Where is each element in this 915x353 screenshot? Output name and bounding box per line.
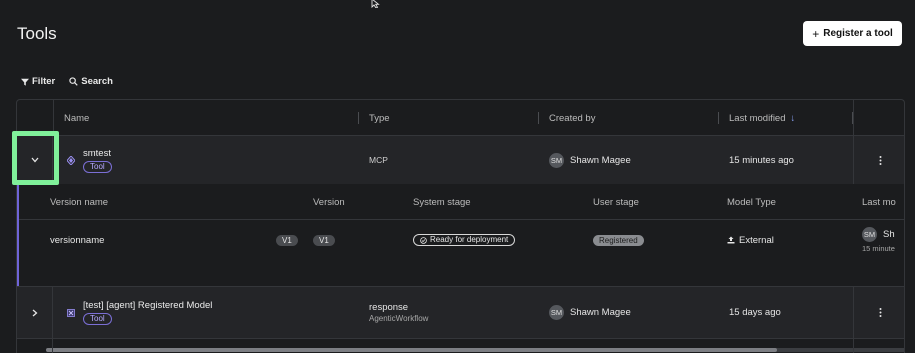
table-header: Name Type Created by Last modified ↓ [17, 100, 904, 136]
kebab-menu-icon [879, 308, 881, 317]
tool-name-cell: smtest Tool [67, 136, 112, 184]
check-circle-icon [420, 236, 427, 244]
column-user-stage[interactable]: User stage [593, 184, 639, 220]
column-last-modified-trunc[interactable]: Last mo [862, 184, 896, 220]
column-name[interactable]: Name [64, 100, 89, 136]
last-modified: 15 days ago [729, 307, 781, 318]
tool-type: MCP [369, 136, 388, 184]
creator-name: Shawn Magee [570, 154, 631, 166]
user-stage-badge: Registered [593, 234, 644, 246]
tool-type-text: response [369, 302, 409, 313]
search-icon [69, 77, 78, 86]
created-by-cell: SM Shawn Magee [549, 287, 631, 338]
tool-name[interactable]: [test] [agent] Registered Model [83, 300, 212, 311]
version-row[interactable]: versionname V1 V1 Ready for deployment R… [19, 220, 904, 260]
avatar: SM [549, 152, 564, 168]
filter-button[interactable]: Filter [21, 76, 55, 87]
model-type: External [739, 234, 774, 246]
column-last-modified[interactable]: Last modified ↓ [729, 100, 795, 136]
creator-name: Shawn Magee [570, 307, 631, 318]
version-name[interactable]: versionname [50, 220, 104, 260]
tool-type-text: MCP [369, 155, 388, 165]
external-model-icon [727, 236, 735, 244]
toolbar: Filter Search [21, 76, 113, 87]
tool-name-cell: [test] [agent] Registered Model Tool [67, 287, 212, 338]
last-modified-user: Sh [883, 229, 895, 240]
avatar: SM [862, 227, 877, 242]
version-value: V1 [313, 234, 335, 246]
column-system-stage[interactable]: System stage [413, 184, 471, 220]
created-by-cell: SM Shawn Magee [549, 136, 631, 184]
search-label: Search [81, 76, 113, 87]
tool-type: response AgenticWorkflow [369, 287, 428, 338]
column-last-modified-label: Last modified [729, 112, 786, 124]
page-title: Tools [17, 24, 57, 43]
mouse-cursor-icon [371, 0, 380, 8]
tool-name[interactable]: smtest [83, 148, 112, 159]
filter-icon [21, 78, 29, 86]
collapse-row-button[interactable] [17, 136, 53, 184]
tool-type-sub: AgenticWorkflow [369, 314, 429, 323]
column-model-type[interactable]: Model Type [727, 184, 776, 220]
versions-panel: Version name Version System stage User s… [17, 184, 904, 352]
tools-table: Name Type Created by Last modified ↓ smt… [16, 99, 905, 353]
sort-desc-icon: ↓ [790, 112, 796, 124]
tool-tag: Tool [83, 313, 112, 325]
chevron-right-icon [32, 309, 37, 316]
row-expander-partial [17, 339, 53, 353]
versions-header: Version name Version System stage User s… [19, 184, 904, 220]
column-version[interactable]: Version [313, 184, 345, 220]
row-actions-partial [853, 339, 904, 353]
avatar: SM [549, 305, 564, 320]
column-type[interactable]: Type [369, 100, 390, 136]
system-stage-badge: Ready for deployment [413, 234, 516, 246]
register-tool-button[interactable]: + Register a tool [803, 21, 902, 46]
system-stage-label: Ready for deployment [430, 235, 509, 244]
expand-row-button[interactable] [17, 287, 53, 338]
filter-label: Filter [32, 76, 56, 87]
column-created-by[interactable]: Created by [549, 100, 595, 136]
row-actions-button[interactable] [853, 287, 904, 338]
kebab-menu-icon [879, 155, 881, 165]
table-row[interactable]: smtest Tool MCP SM Shawn Magee 15 minute… [17, 136, 904, 184]
chevron-down-icon [31, 157, 38, 163]
last-modified: 15 minutes ago [729, 154, 794, 166]
register-tool-label: Register a tool [823, 28, 893, 39]
tool-tag: Tool [83, 160, 112, 173]
table-row-partial [17, 338, 904, 353]
column-version-name[interactable]: Version name [50, 184, 108, 220]
table-row[interactable]: [test] [agent] Registered Model Tool res… [17, 286, 904, 338]
last-modified-time: 15 minute [862, 244, 895, 253]
row-actions-button[interactable] [853, 136, 904, 184]
plus-icon: + [812, 26, 820, 41]
agent-icon [67, 308, 75, 317]
mcp-icon [67, 155, 75, 165]
search-button[interactable]: Search [69, 76, 113, 87]
version-badge: V1 [276, 234, 298, 246]
